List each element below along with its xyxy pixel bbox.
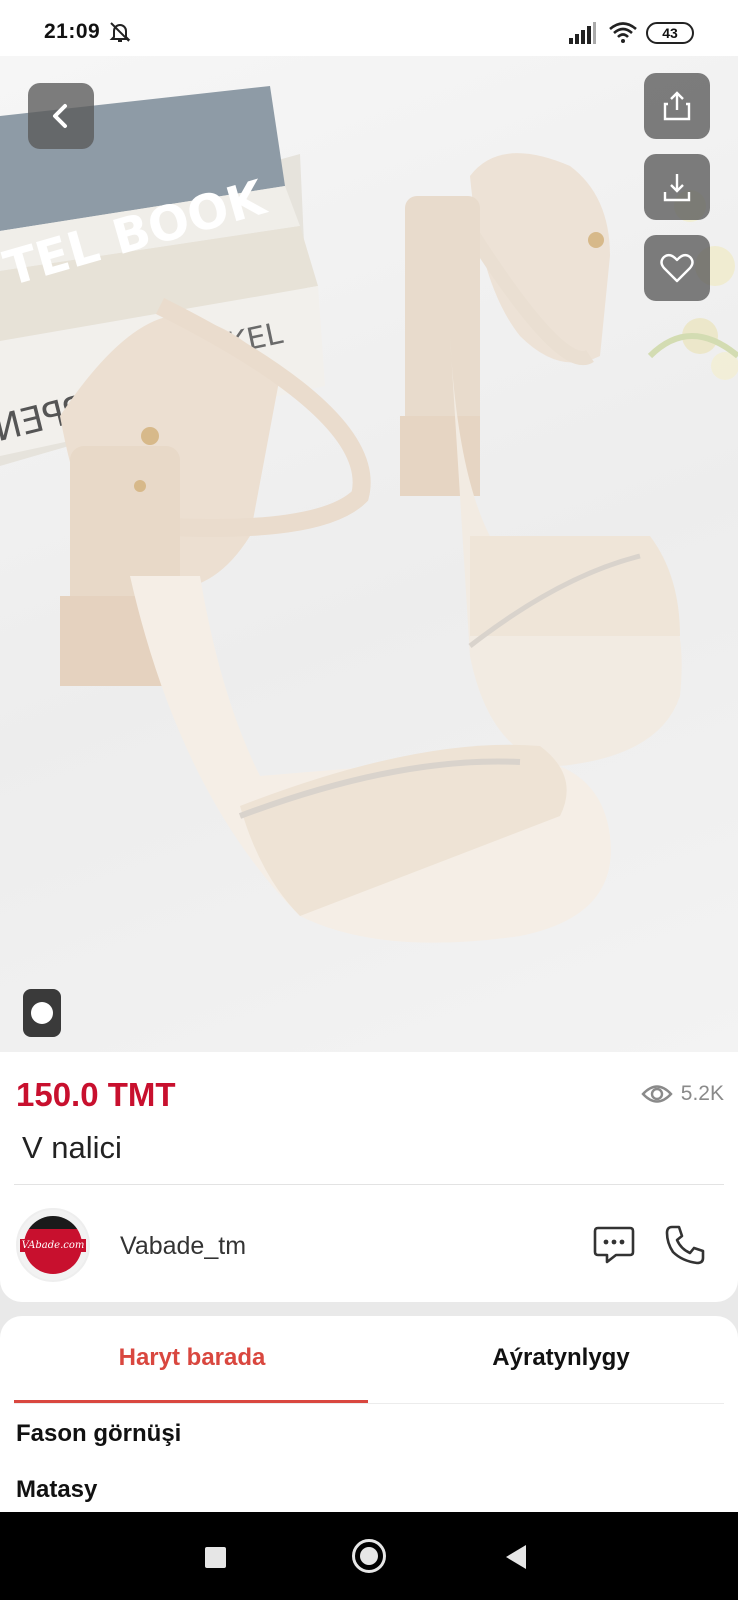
heart-icon (660, 253, 694, 283)
back-icon (53, 104, 67, 128)
status-bar: 21:09 43 (0, 0, 738, 56)
battery-icon: 43 (646, 22, 694, 44)
recent-apps-icon[interactable] (205, 1547, 226, 1568)
wifi-icon (609, 22, 637, 43)
view-count-value: 5.2K (680, 1082, 724, 1105)
view-count: 5.2K (641, 1082, 724, 1106)
gallery-indicator[interactable] (23, 989, 61, 1037)
back-nav-icon[interactable] (506, 1545, 526, 1569)
signal-icon (569, 22, 596, 44)
product-info-card: 150.0 TMT 5.2K V nalici VAbade.com Vabad… (0, 1052, 738, 1302)
tab-divider (14, 1403, 724, 1404)
seller-logo-text: VAbade.com (19, 1238, 87, 1252)
detail-row-material: Matasy (16, 1476, 98, 1503)
seller-avatar[interactable]: VAbade.com (16, 1208, 90, 1282)
details-card: Haryt barada Aýratynlygy Fason görnüşi M… (0, 1316, 738, 1512)
seller-name[interactable]: Vabade_tm (120, 1232, 246, 1261)
home-icon[interactable] (352, 1539, 386, 1573)
share-button[interactable] (644, 73, 710, 139)
product-image[interactable]: TEL BOOK KEL ENPPEN (0, 56, 738, 1052)
download-icon (663, 174, 691, 202)
share-icon (663, 91, 691, 121)
tab-about-product[interactable]: Haryt barada (0, 1344, 384, 1372)
product-title: V nalici (22, 1130, 122, 1165)
bell-muted-icon (109, 22, 131, 42)
product-price: 150.0 TMT (16, 1076, 176, 1113)
chat-icon[interactable] (592, 1222, 636, 1266)
phone-icon[interactable] (664, 1224, 706, 1266)
dot-icon (31, 1002, 53, 1024)
download-button[interactable] (644, 154, 710, 220)
status-time: 21:09 (44, 20, 101, 43)
system-nav-bar (0, 1512, 738, 1600)
seller-logo: VAbade.com (19, 1216, 87, 1274)
active-tab-indicator (14, 1400, 368, 1403)
back-button[interactable] (28, 83, 94, 149)
eye-icon (641, 1085, 673, 1103)
tab-features[interactable]: Aýratynlygy (384, 1344, 738, 1372)
detail-row-style: Fason görnüşi (16, 1420, 182, 1447)
favorite-button[interactable] (644, 235, 710, 301)
divider (14, 1184, 724, 1185)
product-photo: TEL BOOK KEL ENPPEN (0, 86, 738, 943)
